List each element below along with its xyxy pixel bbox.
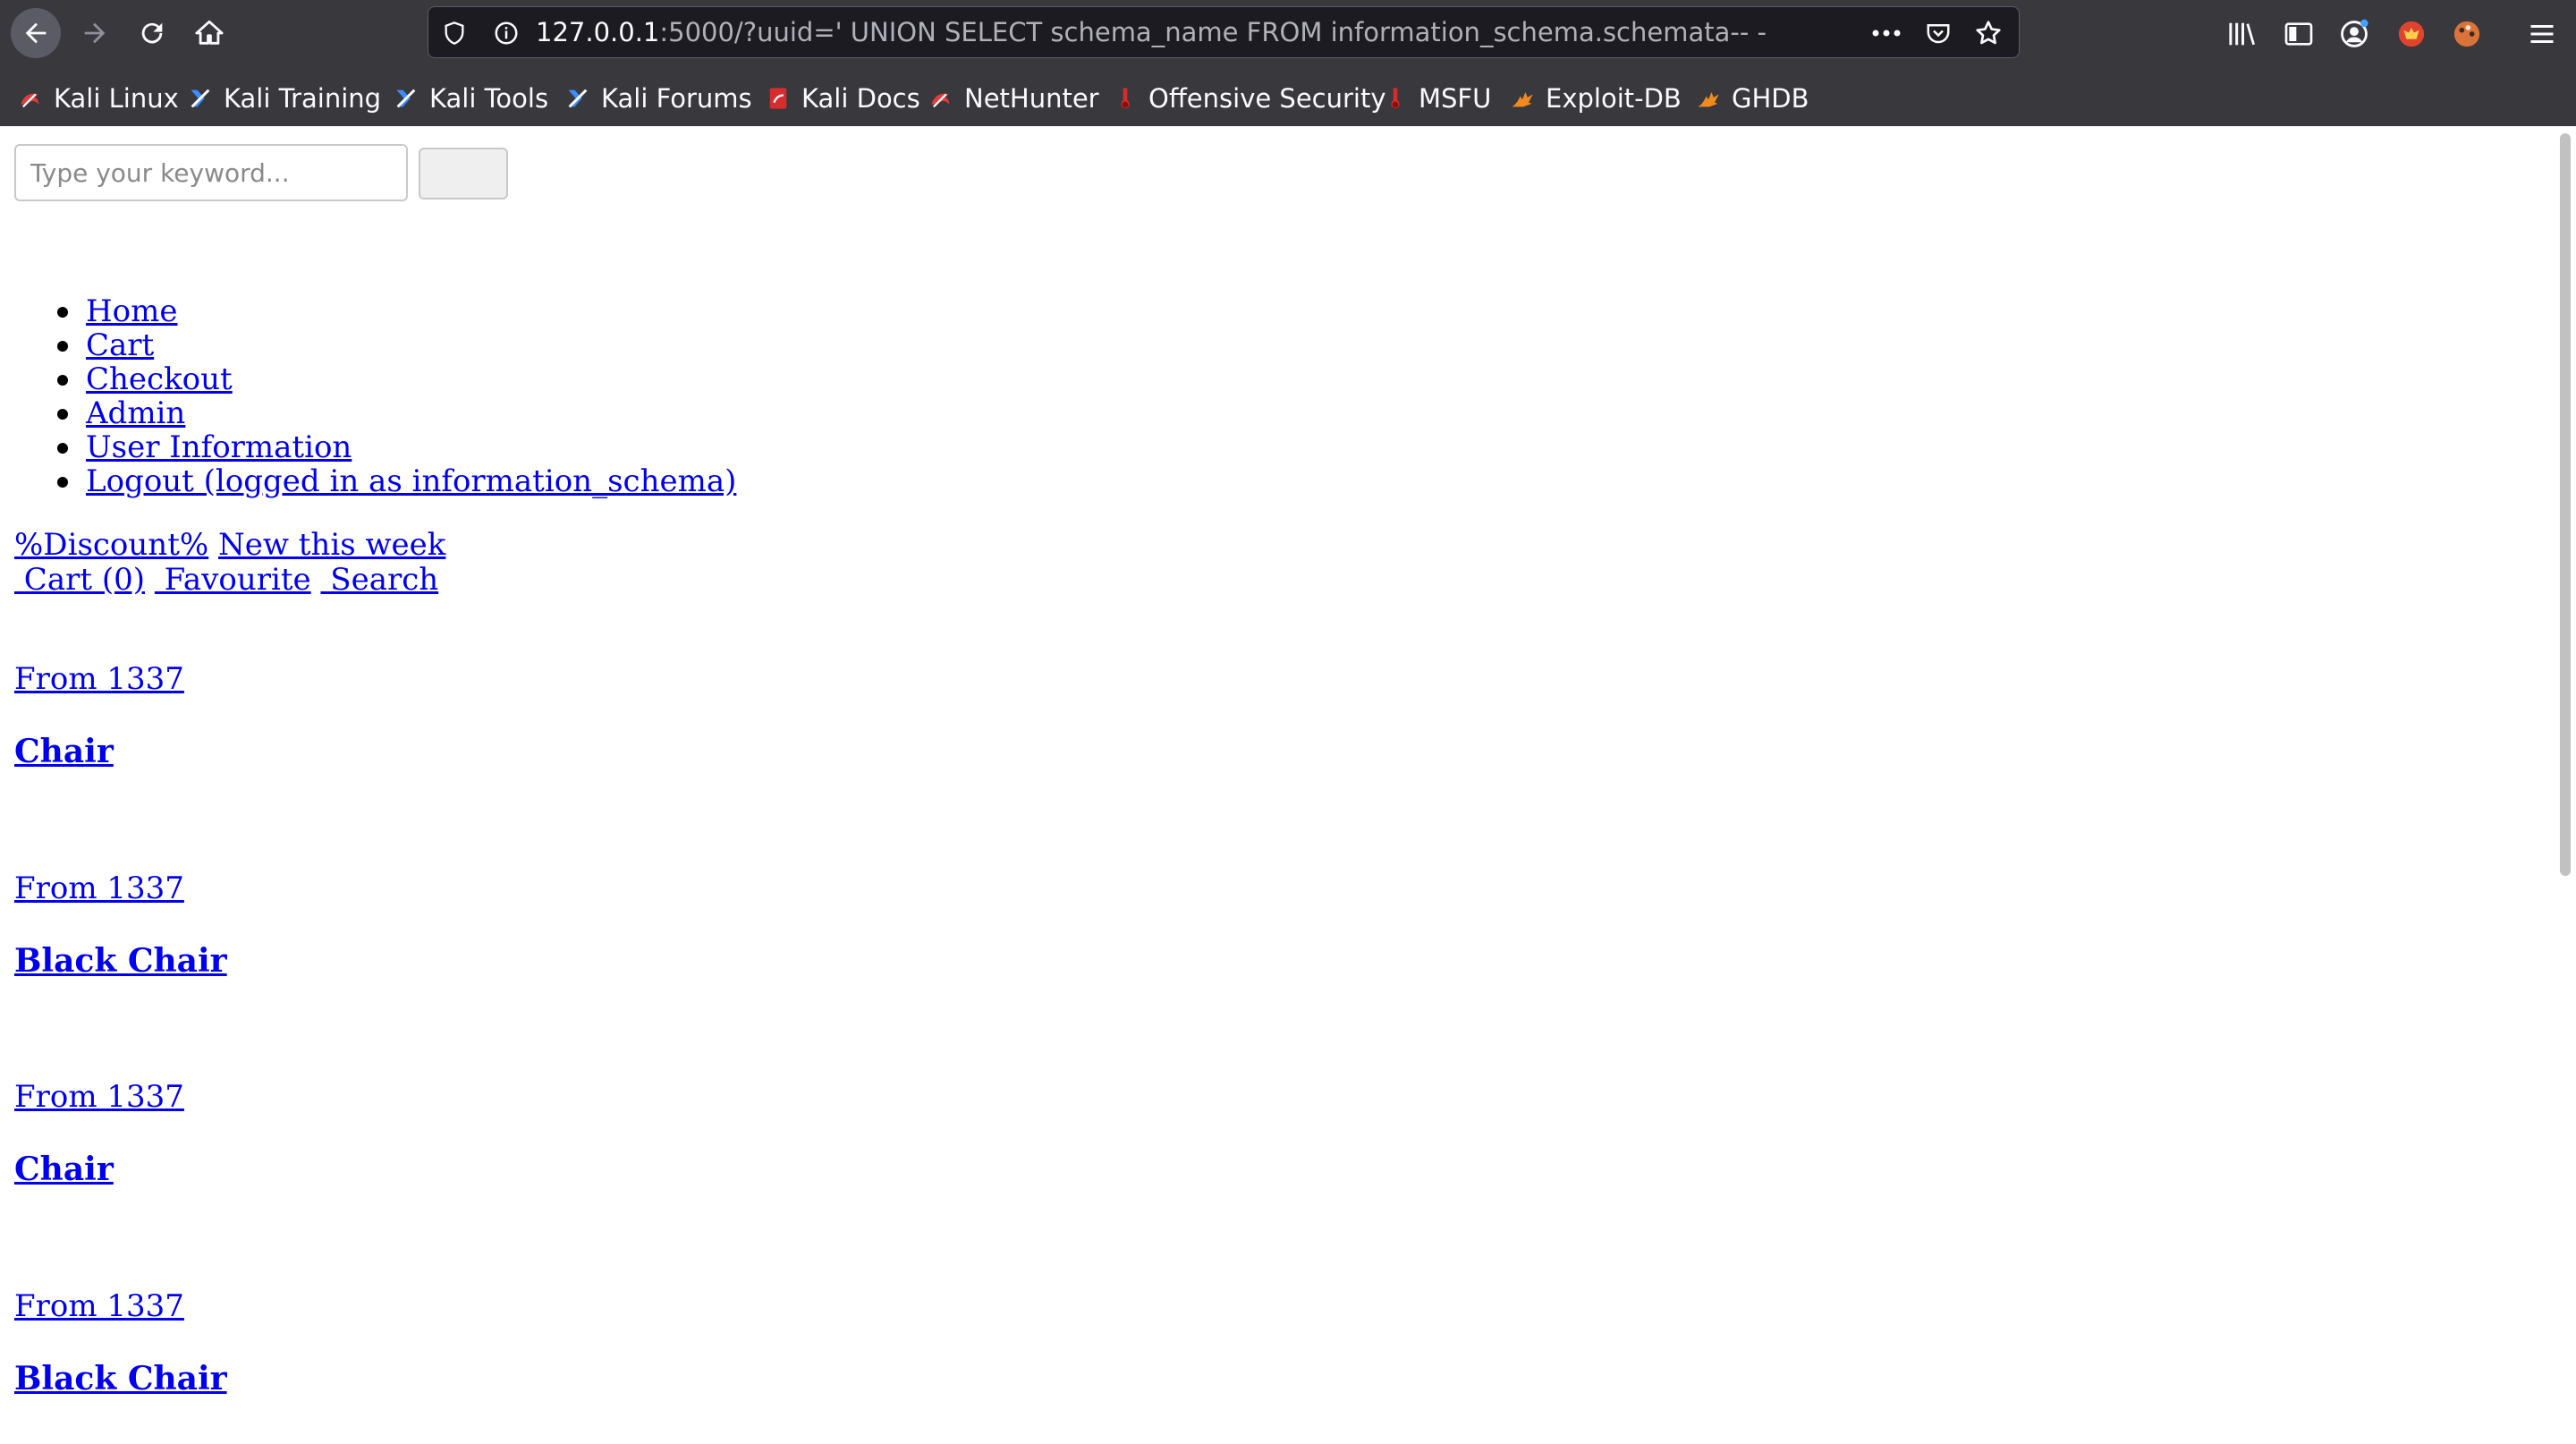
bookmarks-toolbar: Kali Linux Kali Training Kali Tools Kali… [0, 79, 2576, 118]
nav-link-logout[interactable]: Logout (logged in as information_schema) [86, 464, 736, 498]
discount-link[interactable]: %Discount% [14, 527, 208, 563]
bookmark-kali-docs[interactable]: Kali Docs [766, 79, 920, 118]
bookmark-kali-training[interactable]: Kali Training [188, 79, 381, 118]
bookmark-label: Kali Linux [54, 83, 179, 114]
nav-link-admin[interactable]: Admin [86, 396, 185, 430]
page-content: Home Cart Checkout Admin User Informatio… [0, 126, 2555, 1444]
forward-button[interactable] [70, 8, 120, 58]
home-icon [195, 20, 224, 45]
address-bar[interactable]: 127.0.0.1:5000/?uuid=' UNION SELECT sche… [428, 6, 2020, 58]
nav-link-checkout[interactable]: Checkout [86, 362, 233, 396]
scrollbar-thumb[interactable] [2560, 133, 2571, 876]
reload-button[interactable] [127, 8, 177, 58]
bookmark-label: Exploit-DB [1546, 83, 1682, 114]
home-button[interactable] [184, 8, 234, 58]
exploit-db-icon [1510, 86, 1535, 111]
product-name-link[interactable]: Black Chair [14, 1360, 227, 1397]
search-submit-button[interactable] [419, 148, 508, 200]
bookmark-label: Offensive Security [1148, 83, 1386, 114]
navigation-toolbar: 127.0.0.1:5000/?uuid=' UNION SELECT sche… [0, 0, 2576, 68]
product-name-link[interactable]: Chair [14, 733, 114, 770]
bookmark-label: NetHunter [964, 83, 1099, 114]
pocket-icon[interactable] [1922, 18, 1954, 48]
search-link[interactable]: Search [320, 562, 438, 598]
extension-fox-icon[interactable] [2394, 16, 2429, 52]
forward-arrow-icon [84, 22, 106, 44]
offsec-icon [1113, 86, 1138, 111]
url-host: 127.0.0.1 [536, 17, 660, 47]
favourite-link[interactable]: Favourite [155, 562, 311, 598]
bookmark-label: Kali Docs [801, 83, 920, 114]
bookmark-label: Kali Forums [601, 83, 752, 114]
kali-forums-icon [565, 86, 590, 111]
vertical-scrollbar[interactable] [2555, 126, 2576, 1444]
bookmark-offensive-security[interactable]: Offensive Security [1113, 79, 1386, 118]
url-path: :5000/?uuid=' UNION SELECT schema_name F… [659, 17, 1767, 47]
new-this-week-link[interactable]: New this week [218, 527, 445, 563]
bookmark-kali-linux[interactable]: Kali Linux [18, 79, 179, 118]
bookmark-exploit-db[interactable]: Exploit-DB [1510, 79, 1682, 118]
keyword-search-input[interactable] [14, 144, 408, 201]
nav-link-user-information[interactable]: User Information [86, 430, 352, 464]
msfu-icon [1383, 86, 1408, 111]
bookmark-label: MSFU [1419, 83, 1492, 114]
ghdb-icon [1696, 86, 1721, 111]
bookmark-star-icon[interactable] [1972, 18, 2004, 48]
product-price-link[interactable]: From 1337 [14, 1288, 184, 1324]
sidebar-toggle-icon[interactable] [2281, 16, 2317, 52]
product-name-link[interactable]: Chair [14, 1151, 114, 1188]
bookmark-label: Kali Tools [429, 83, 549, 114]
bookmark-label: Kali Training [224, 83, 382, 114]
extension-palette-icon[interactable] [2449, 16, 2485, 52]
browser-chrome: 127.0.0.1:5000/?uuid=' UNION SELECT sche… [0, 0, 2576, 126]
reload-icon [141, 22, 163, 44]
bookmark-kali-forums[interactable]: Kali Forums [565, 79, 752, 118]
library-icon[interactable] [2224, 16, 2259, 52]
product-price-link[interactable]: From 1337 [14, 871, 184, 906]
nav-link-home[interactable]: Home [86, 294, 177, 328]
site-info-icon[interactable] [491, 18, 521, 48]
product-price-link[interactable]: From 1337 [14, 1079, 184, 1115]
cart-link[interactable]: Cart (0) [14, 562, 145, 598]
bookmark-kali-tools[interactable]: Kali Tools [394, 79, 548, 118]
bookmark-label: GHDB [1732, 83, 1809, 114]
product-name-link[interactable]: Black Chair [14, 942, 227, 980]
url-text[interactable]: 127.0.0.1:5000/?uuid=' UNION SELECT sche… [536, 7, 1767, 57]
kali-dragon-icon [18, 86, 43, 111]
back-button[interactable] [11, 8, 61, 58]
bookmark-ghdb[interactable]: GHDB [1696, 79, 1809, 118]
hamburger-menu-icon[interactable] [2524, 16, 2560, 52]
kali-training-icon [188, 86, 213, 111]
nethunter-icon [928, 86, 953, 111]
header-actions: Cart (0) Favourite Search [14, 562, 438, 598]
promo-links: %Discount% New this week [14, 527, 445, 563]
kali-tools-icon [394, 86, 419, 111]
bookmark-msfu[interactable]: MSFU [1383, 79, 1491, 118]
kali-docs-icon [766, 86, 791, 111]
back-arrow-icon [25, 22, 47, 44]
tracking-shield-icon[interactable] [439, 18, 470, 48]
bookmark-nethunter[interactable]: NetHunter [928, 79, 1099, 118]
account-icon[interactable] [2336, 16, 2372, 52]
product-price-link[interactable]: From 1337 [14, 661, 184, 697]
page-actions-icon[interactable] [1870, 18, 1902, 48]
nav-link-cart[interactable]: Cart [86, 328, 154, 362]
